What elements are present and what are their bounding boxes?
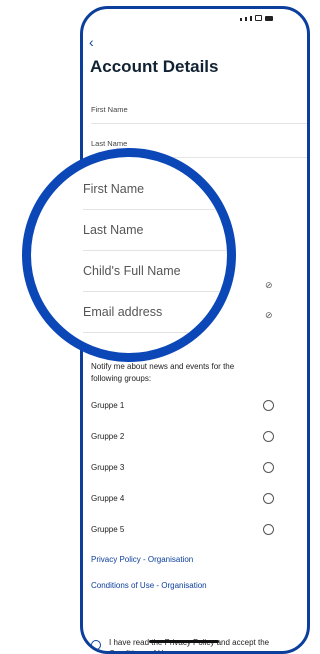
divider	[91, 123, 307, 124]
group-radio[interactable]	[263, 400, 274, 411]
group-radio[interactable]	[263, 431, 274, 442]
conditions-of-use-link[interactable]: Conditions of Use - Organisation	[91, 581, 207, 590]
last-name-field[interactable]: Last Name	[91, 139, 127, 148]
divider	[83, 250, 227, 251]
zoom-child-name-field[interactable]: Child's Full Name	[83, 264, 181, 278]
zoom-last-name-field[interactable]: Last Name	[83, 223, 143, 237]
divider	[83, 291, 227, 292]
eye-slash-icon[interactable]: ⊘	[265, 310, 273, 321]
group-row[interactable]: Gruppe 4	[91, 490, 307, 510]
eye-slash-icon[interactable]: ⊘	[265, 280, 273, 291]
chevron-left-icon[interactable]: ‹	[89, 35, 99, 49]
group-row[interactable]: Gruppe 2	[91, 428, 307, 448]
divider	[83, 209, 227, 210]
notify-text: Notify me about news and events for the …	[91, 362, 235, 383]
group-radio[interactable]	[263, 524, 274, 535]
group-radio[interactable]	[263, 462, 274, 473]
status-bar	[240, 15, 273, 21]
group-radio[interactable]	[263, 493, 274, 504]
group-label: Gruppe 1	[91, 401, 125, 410]
first-name-field[interactable]: First Name	[91, 105, 128, 114]
zoom-first-name-field[interactable]: First Name	[83, 182, 144, 196]
group-label: Gruppe 5	[91, 525, 125, 534]
divider	[83, 332, 227, 333]
group-row[interactable]: Gruppe 3	[91, 459, 307, 479]
group-label: Gruppe 3	[91, 463, 125, 472]
consent-radio[interactable]	[91, 640, 101, 650]
page-title: Account Details	[90, 57, 219, 76]
group-label: Gruppe 2	[91, 432, 125, 441]
group-label: Gruppe 4	[91, 494, 125, 503]
home-indicator	[149, 640, 219, 643]
zoom-magnifier: First Name Last Name Child's Full Name E…	[22, 148, 236, 362]
group-row[interactable]: Gruppe 5	[91, 521, 307, 541]
zoom-email-field[interactable]: Email address	[83, 305, 162, 319]
group-row[interactable]: Gruppe 1	[91, 397, 307, 417]
privacy-policy-link[interactable]: Privacy Policy - Organisation	[91, 555, 193, 564]
